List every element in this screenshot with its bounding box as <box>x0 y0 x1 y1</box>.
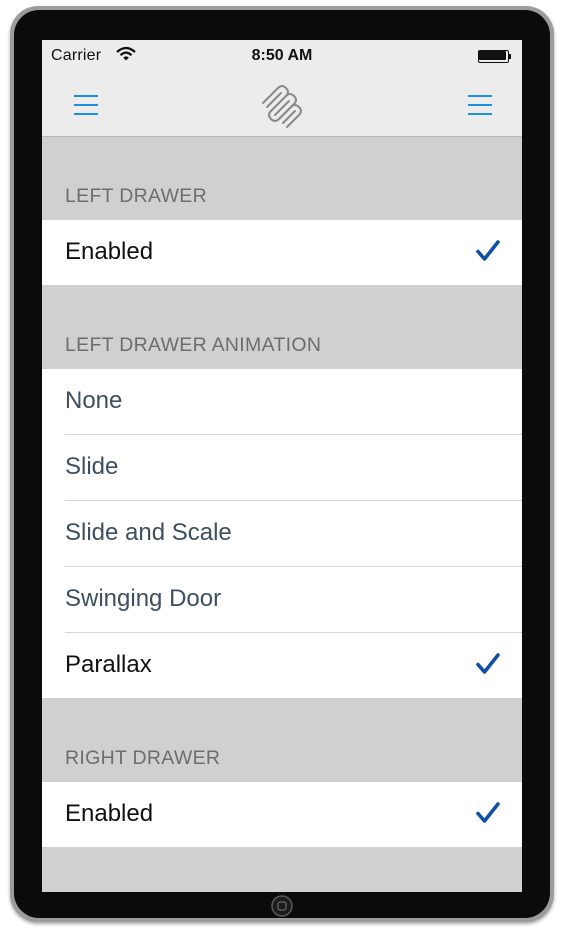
row-label: None <box>65 387 123 414</box>
clock: 8:50 AM <box>251 47 313 64</box>
row-label: Parallax <box>65 651 152 678</box>
checkmark-icon <box>476 240 500 261</box>
animation-option-slide[interactable]: Slide <box>42 435 522 501</box>
navigation-bar <box>42 72 522 137</box>
device-frame: Carrier 8:50 AM LEFT DRAWER Enabled LEFT… <box>10 6 554 922</box>
paperclip-logo-icon <box>262 85 302 128</box>
row-label: Enabled <box>65 800 154 827</box>
right-drawer-button[interactable] <box>466 92 494 118</box>
row-label: Enabled <box>65 238 154 265</box>
checkmark-icon <box>476 653 500 674</box>
battery-icon <box>478 50 512 63</box>
left-drawer-button[interactable] <box>72 92 100 118</box>
checkmark-icon <box>476 802 500 823</box>
screen: Carrier 8:50 AM LEFT DRAWER Enabled LEFT… <box>42 40 522 892</box>
row-label: Slide and Scale <box>65 519 232 546</box>
row-label: Slide <box>65 453 119 480</box>
home-button[interactable] <box>270 894 294 918</box>
section-header-right-drawer: RIGHT DRAWER <box>65 747 221 769</box>
left-drawer-enabled-row[interactable]: Enabled <box>42 220 522 285</box>
animation-option-parallax[interactable]: Parallax <box>42 633 522 698</box>
animation-option-none[interactable]: None <box>42 369 522 435</box>
device-bezel: Carrier 8:50 AM LEFT DRAWER Enabled LEFT… <box>14 10 550 918</box>
animation-option-swinging-door[interactable]: Swinging Door <box>42 567 522 633</box>
right-drawer-enabled-row[interactable]: Enabled <box>42 782 522 847</box>
status-bar: Carrier 8:50 AM <box>42 40 522 72</box>
animation-option-slide-and-scale[interactable]: Slide and Scale <box>42 501 522 567</box>
section-header-left-drawer: LEFT DRAWER <box>65 185 207 207</box>
row-label: Swinging Door <box>65 585 222 612</box>
section-header-left-drawer-animation: LEFT DRAWER ANIMATION <box>65 334 322 356</box>
